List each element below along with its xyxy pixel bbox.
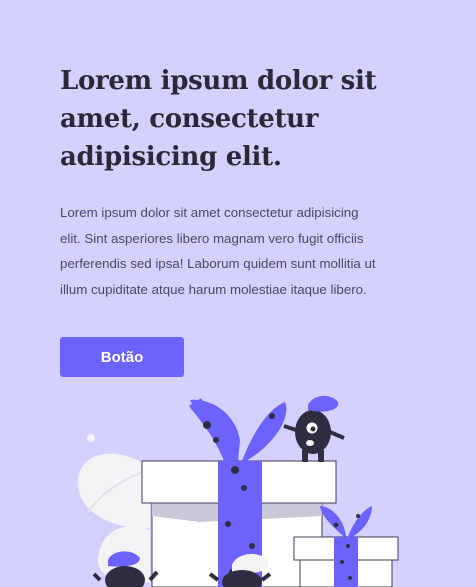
hero-paragraph: Lorem ipsum dolor sit amet consectetur a… bbox=[60, 205, 376, 297]
gift-boxes-illustration bbox=[77, 395, 399, 587]
hero-headline: Lorem ipsum dolor sit amet, consectetur … bbox=[60, 66, 377, 172]
hero-content: Lorem ipsum dolor sit amet, consectetur … bbox=[60, 62, 390, 302]
cta-button[interactable]: Botão bbox=[60, 337, 184, 377]
monster-icon bbox=[283, 395, 345, 462]
